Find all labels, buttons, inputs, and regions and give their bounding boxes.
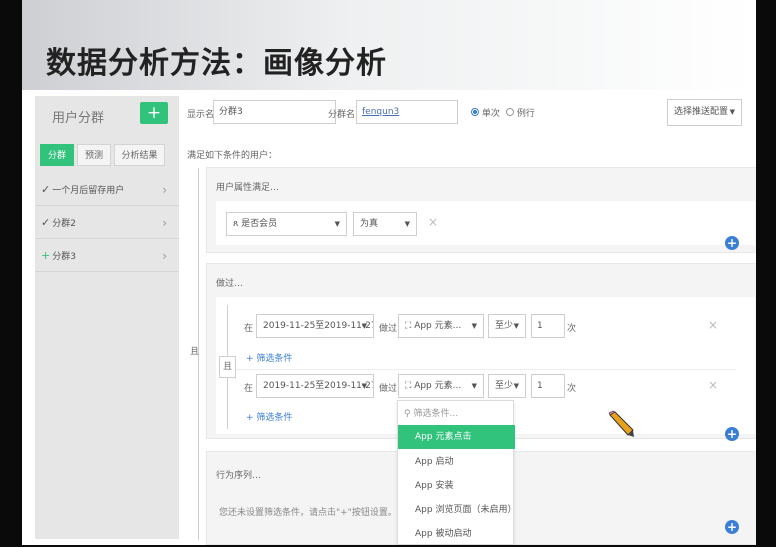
add-event-icon[interactable]: + (725, 427, 739, 441)
close-icon[interactable]: × (428, 215, 438, 229)
sequence-title[interactable]: 行为序列… (216, 468, 261, 481)
date-range-label: 2019-11-25至2019-11-27 (263, 381, 374, 391)
chevron-right-icon: › (162, 216, 167, 230)
caret-down-icon: ▼ (729, 108, 735, 116)
date-range-select[interactable]: 2019-11-25至2019-11-27 ▼ (256, 314, 374, 338)
compare-select[interactable]: 至少 ▼ (488, 374, 526, 398)
radio-once[interactable]: 单次 (471, 106, 500, 119)
row-verb: 做过 (379, 384, 398, 394)
slide: 数据分析方法：画像分析 用户分群 + 分群 预测 分析结果 ✓ 一个月后留存用户 … (22, 0, 756, 545)
user-attribute-body: ጸ 是否会员 ▼ 为真 ▼ × (216, 201, 755, 245)
count-input[interactable]: 1 (531, 314, 565, 338)
tab-group[interactable]: 分群 (40, 144, 74, 166)
radio-once-label: 单次 (481, 109, 500, 119)
attribute-field-label: 是否会员 (241, 219, 278, 229)
tab-predict[interactable]: 预测 (77, 144, 111, 166)
close-icon[interactable]: × (708, 378, 718, 392)
display-name-label: 显示名 (187, 110, 215, 120)
sidebar-item-group2[interactable]: ✓ 分群2 › (35, 207, 179, 239)
sidebar-item-label: 分群2 (52, 219, 76, 229)
close-icon[interactable]: × (708, 318, 718, 332)
push-config-select[interactable]: 选择推送配置 ▼ (667, 99, 742, 126)
push-config-label: 选择推送配置 (674, 107, 729, 117)
attribute-op-label: 为真 (360, 219, 379, 229)
inner-and-box[interactable]: 且 (219, 356, 236, 378)
radio-off-icon (506, 108, 514, 116)
row-unit: 次 (567, 324, 577, 334)
event-icon: ⛶ (405, 381, 412, 391)
add-group-button[interactable]: + (140, 102, 168, 124)
caret-down-icon: ▼ (513, 322, 519, 330)
row-divider (236, 369, 736, 370)
sidebar-item-label: 分群3 (52, 252, 76, 262)
event-label: App 元素... (414, 381, 462, 391)
caret-down-icon: ▼ (513, 382, 519, 390)
attribute-field-select[interactable]: ጸ 是否会员 ▼ (226, 212, 347, 236)
row-prefix: 在 (244, 324, 254, 334)
caret-down-icon: ▼ (404, 220, 410, 228)
row-unit: 次 (567, 384, 577, 394)
slide-title: 数据分析方法：画像分析 (46, 46, 387, 81)
add-filter-link[interactable]: + 筛选条件 (246, 351, 292, 364)
group-name-input[interactable]: fenqun3 (356, 100, 458, 124)
user-attribute-title[interactable]: 用户属性满足… (216, 180, 279, 193)
condition-intro: 满足如下条件的用户： (187, 151, 278, 161)
caret-down-icon: ▼ (361, 382, 367, 390)
attribute-op-select[interactable]: 为真 ▼ (353, 212, 417, 236)
check-icon: ✓ (41, 216, 51, 229)
dropdown-item[interactable]: App 启动 (398, 450, 515, 474)
compare-select[interactable]: 至少 ▼ (488, 314, 526, 338)
row-verb: 做过 (379, 324, 398, 334)
count-input[interactable]: 1 (531, 374, 565, 398)
compare-label: 至少 (495, 381, 514, 391)
compare-label: 至少 (495, 321, 514, 331)
sidebar-item-retention[interactable]: ✓ 一个月后留存用户 › (35, 174, 179, 206)
add-sequence-icon[interactable]: + (725, 520, 739, 534)
dropdown-item[interactable]: App 被动启动 (398, 522, 515, 545)
chevron-right-icon: › (162, 249, 167, 263)
dropdown-search[interactable]: ⚲ 筛选条件... (404, 406, 458, 419)
did-title[interactable]: 做过… (216, 276, 243, 289)
plus-icon: + (41, 249, 51, 262)
date-range-select[interactable]: 2019-11-25至2019-11-27 ▼ (256, 374, 374, 398)
date-range-label: 2019-11-25至2019-11-27 (263, 321, 374, 331)
event-icon: ⛶ (405, 321, 412, 331)
user-attribute-panel: 用户属性满足… ጸ 是否会员 ▼ 为真 ▼ × (206, 167, 756, 253)
radio-routine-label: 例行 (516, 109, 535, 119)
caret-down-icon: ▼ (334, 220, 340, 228)
pencil-cursor-icon (608, 410, 634, 437)
radio-routine[interactable]: 例行 (506, 106, 535, 119)
caret-down-icon: ▼ (471, 322, 477, 330)
person-icon: ጸ (233, 219, 239, 229)
caret-down-icon: ▼ (471, 382, 477, 390)
tab-analysis-result[interactable]: 分析结果 (114, 144, 165, 166)
caret-down-icon: ▼ (361, 322, 367, 330)
group-name-label: 分群名 (328, 110, 356, 120)
dropdown-item[interactable]: App 安装 (398, 474, 515, 498)
event-select[interactable]: ⛶ App 元素... ▼ (398, 314, 484, 338)
sidebar-item-label: 一个月后留存用户 (52, 186, 125, 196)
radio-on-icon (471, 108, 479, 116)
event-dropdown: ⚲ 筛选条件... App 元素点击 App 启动 App 安装 App 浏览页… (397, 400, 516, 545)
chevron-right-icon: › (162, 183, 167, 197)
sequence-empty-text: 您还未设置筛选条件，请点击"+"按钮设置。 (219, 508, 397, 518)
sidebar: 用户分群 + 分群 预测 分析结果 ✓ 一个月后留存用户 › ✓ 分群2 › + 分群… (35, 96, 179, 539)
dropdown-search-placeholder: 筛选条件... (413, 409, 459, 419)
add-attribute-icon[interactable]: + (725, 236, 739, 250)
add-filter-link[interactable]: + 筛选条件 (246, 410, 292, 423)
event-select[interactable]: ⛶ App 元素... ▼ (398, 374, 484, 398)
sidebar-title: 用户分群 (52, 111, 105, 126)
event-label: App 元素... (414, 321, 462, 331)
dropdown-item[interactable]: App 浏览页面（未启用） (398, 498, 516, 522)
search-icon: ⚲ (404, 409, 411, 419)
display-name-input[interactable]: 分群3 (213, 100, 336, 124)
outer-and-label[interactable]: 且 (190, 344, 199, 357)
dropdown-item[interactable]: App 元素点击 (398, 425, 515, 449)
row-prefix: 在 (244, 384, 254, 394)
check-icon: ✓ (41, 183, 51, 196)
sidebar-item-group3[interactable]: + 分群3 › (35, 240, 179, 272)
